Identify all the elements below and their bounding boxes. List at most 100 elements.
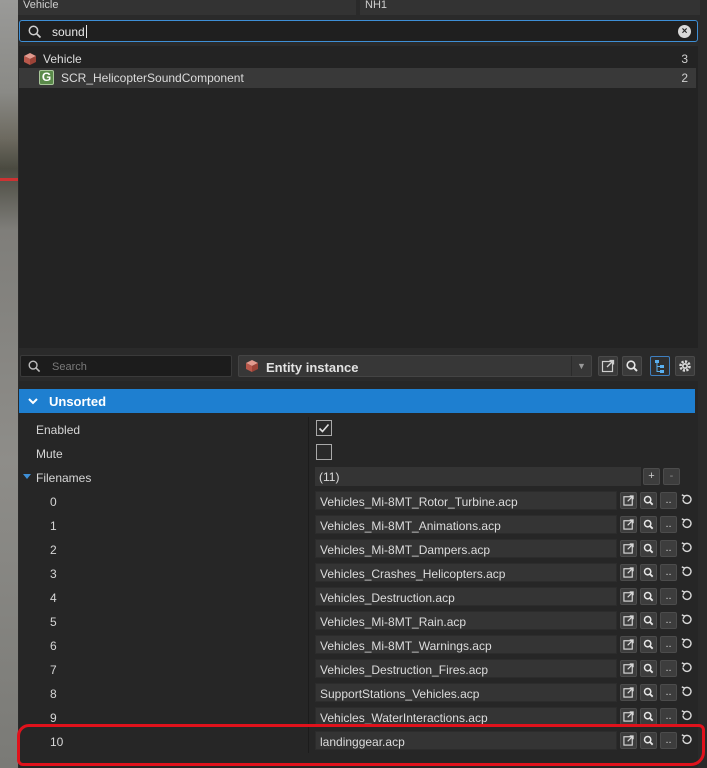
browse-file-button[interactable]: .. xyxy=(660,588,677,605)
open-file-button[interactable] xyxy=(620,684,637,701)
open-file-button[interactable] xyxy=(620,708,637,725)
filename-field[interactable]: Vehicles_Crashes_Helicopters.acp xyxy=(315,563,617,582)
properties-toolbar: Search Entity instance ▼ xyxy=(18,352,707,380)
tree-item-helicopter-sound-component[interactable]: G SCR_HelicopterSoundComponent 2 xyxy=(19,68,696,88)
mute-checkbox[interactable] xyxy=(316,444,332,460)
filename-field[interactable]: Vehicles_Mi-8MT_Rain.acp xyxy=(315,611,617,630)
check-icon xyxy=(318,423,330,433)
hierarchy-search-box[interactable]: sound × xyxy=(19,20,698,42)
enabled-checkbox[interactable] xyxy=(316,420,332,436)
open-external-icon xyxy=(623,687,634,698)
open-file-button[interactable] xyxy=(620,636,637,653)
locate-file-button[interactable] xyxy=(640,660,657,677)
open-file-button[interactable] xyxy=(620,588,637,605)
browse-file-button[interactable]: .. xyxy=(660,564,677,581)
top-field-left[interactable]: Vehicle xyxy=(18,0,356,15)
top-field-right[interactable]: NH1 xyxy=(360,0,700,15)
hierarchy-toggle-button[interactable] xyxy=(650,356,670,376)
undo-icon xyxy=(681,518,692,529)
filename-field[interactable]: Vehicles_Mi-8MT_Warnings.acp xyxy=(315,635,617,654)
search-icon xyxy=(626,360,638,372)
chevron-down-icon xyxy=(27,395,39,410)
filename-value: Vehicles_WaterInteractions.acp xyxy=(320,711,488,725)
entity-instance-dropdown[interactable]: Entity instance ▼ xyxy=(238,355,592,377)
reset-value-button[interactable] xyxy=(679,516,695,533)
chevron-down-icon[interactable]: ▼ xyxy=(571,356,591,376)
reset-value-button[interactable] xyxy=(679,636,695,653)
property-row-mute: Mute xyxy=(19,441,695,465)
property-row-filenames: Filenames (11) + - xyxy=(19,465,695,489)
open-external-button[interactable] xyxy=(598,356,618,376)
browse-file-button[interactable]: .. xyxy=(660,636,677,653)
browse-file-button[interactable]: .. xyxy=(660,516,677,533)
open-file-button[interactable] xyxy=(620,516,637,533)
tree-item-label: Vehicle xyxy=(43,52,82,66)
settings-button[interactable] xyxy=(675,356,695,376)
clear-search-icon[interactable]: × xyxy=(678,25,691,38)
add-item-button[interactable]: + xyxy=(643,468,660,485)
filename-value: Vehicles_Destruction_Fires.acp xyxy=(320,663,489,677)
open-external-icon xyxy=(623,519,634,530)
locate-file-button[interactable] xyxy=(640,540,657,557)
locate-file-button[interactable] xyxy=(640,636,657,653)
browse-file-button[interactable]: .. xyxy=(660,540,677,557)
expand-triangle-icon[interactable] xyxy=(23,474,31,479)
locate-file-button[interactable] xyxy=(640,684,657,701)
open-file-button[interactable] xyxy=(620,540,637,557)
search-icon xyxy=(643,711,654,722)
filename-field[interactable]: Vehicles_Mi-8MT_Animations.acp xyxy=(315,515,617,534)
locate-file-button[interactable] xyxy=(640,564,657,581)
property-search-input[interactable]: Search xyxy=(20,355,232,377)
browse-file-button[interactable]: .. xyxy=(660,660,677,677)
search-icon xyxy=(643,663,654,674)
find-button[interactable] xyxy=(622,356,642,376)
search-placeholder: Search xyxy=(52,361,87,373)
filename-index: 2 xyxy=(50,543,57,557)
undo-icon xyxy=(681,662,692,673)
reset-value-button[interactable] xyxy=(679,492,695,509)
open-file-button[interactable] xyxy=(620,492,637,509)
reset-value-button[interactable] xyxy=(679,612,695,629)
search-input[interactable]: sound xyxy=(52,25,87,39)
locate-file-button[interactable] xyxy=(640,612,657,629)
property-grid: Unsorted Enabled Mute Filenames (11) + -… xyxy=(19,381,698,768)
column-divider xyxy=(308,417,309,441)
locate-file-button[interactable] xyxy=(640,708,657,725)
filename-value: Vehicles_Destruction.acp xyxy=(320,591,455,605)
filename-value: Vehicles_Mi-8MT_Rotor_Turbine.acp xyxy=(320,495,518,509)
filename-field[interactable]: Vehicles_Mi-8MT_Dampers.acp xyxy=(315,539,617,558)
open-file-button[interactable] xyxy=(620,612,637,629)
undo-icon xyxy=(681,638,692,649)
reset-value-button[interactable] xyxy=(679,684,695,701)
browse-file-button[interactable]: .. xyxy=(660,492,677,509)
reset-value-button[interactable] xyxy=(679,588,695,605)
filename-field[interactable]: Vehicles_Destruction_Fires.acp xyxy=(315,659,617,678)
filename-index: 5 xyxy=(50,615,57,629)
browse-file-button[interactable]: .. xyxy=(660,708,677,725)
reset-value-button[interactable] xyxy=(679,540,695,557)
open-file-button[interactable] xyxy=(620,660,637,677)
filename-value: Vehicles_Mi-8MT_Dampers.acp xyxy=(320,543,491,557)
column-divider xyxy=(308,633,309,657)
locate-file-button[interactable] xyxy=(640,516,657,533)
browse-file-button[interactable]: .. xyxy=(660,684,677,701)
undo-icon xyxy=(681,566,692,577)
property-label: Filenames xyxy=(36,471,92,485)
remove-item-button[interactable]: - xyxy=(663,468,680,485)
locate-file-button[interactable] xyxy=(640,588,657,605)
locate-file-button[interactable] xyxy=(640,492,657,509)
viewport-strip xyxy=(0,0,18,768)
tree-item-vehicle[interactable]: Vehicle 3 xyxy=(19,49,696,69)
section-header-unsorted[interactable]: Unsorted xyxy=(19,389,695,413)
open-external-icon xyxy=(623,543,634,554)
filename-field[interactable]: Vehicles_Destruction.acp xyxy=(315,587,617,606)
property-label: Enabled xyxy=(36,423,81,437)
reset-value-button[interactable] xyxy=(679,564,695,581)
open-file-button[interactable] xyxy=(620,564,637,581)
browse-file-button[interactable]: .. xyxy=(660,612,677,629)
properties-panel: Vehicle NH1 sound × Vehicle 3 G SCR_Heli… xyxy=(18,0,707,768)
reset-value-button[interactable] xyxy=(679,660,695,677)
reset-value-button[interactable] xyxy=(679,708,695,725)
filename-field[interactable]: SupportStations_Vehicles.acp xyxy=(315,683,617,702)
filename-field[interactable]: Vehicles_Mi-8MT_Rotor_Turbine.acp xyxy=(315,491,617,510)
